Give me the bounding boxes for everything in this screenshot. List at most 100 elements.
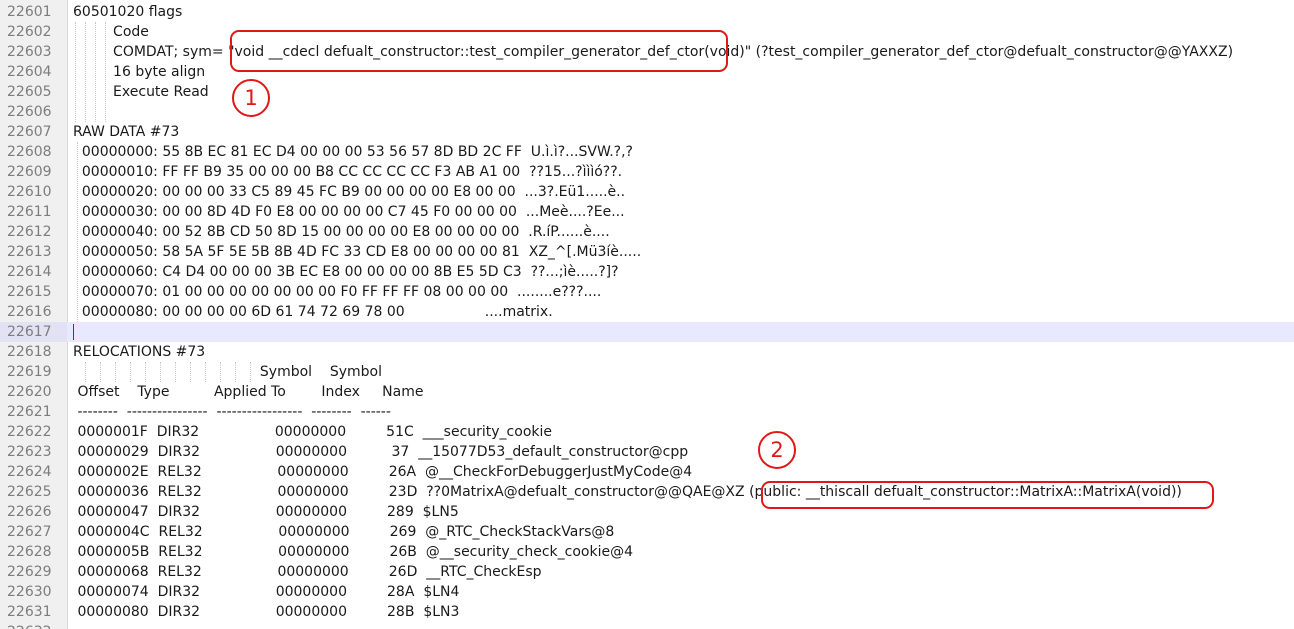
- line-text: -------- ---------------- --------------…: [73, 404, 391, 420]
- editor-line[interactable]: 22621 -------- ---------------- --------…: [0, 402, 1294, 422]
- line-text: Execute Read: [73, 84, 209, 100]
- editor-line[interactable]: 22624 0000002E REL32 00000000 26A @__Che…: [0, 462, 1294, 482]
- line-number: 22624: [7, 464, 52, 480]
- editor-line[interactable]: 22614 00000060: C4 D4 00 00 00 3B EC E8 …: [0, 262, 1294, 282]
- line-number: 22626: [7, 504, 52, 520]
- indent-guide: [235, 362, 236, 382]
- text-editor[interactable]: 22601 60501020 flags 22602 Code 22603 CO…: [0, 0, 1294, 629]
- editor-line[interactable]: 22602 Code: [0, 22, 1294, 42]
- line-text: 00000070: 01 00 00 00 00 00 00 00 F0 FF …: [73, 284, 602, 300]
- line-number: 22614: [7, 264, 52, 280]
- editor-line[interactable]: 22618 RELOCATIONS #73: [0, 342, 1294, 362]
- line-text: 00000080 DIR32 00000000 28B $LN3: [73, 604, 460, 620]
- line-number: 22606: [7, 104, 52, 120]
- line-number: 22618: [7, 344, 52, 360]
- editor-line[interactable]: 22613 00000050: 58 5A 5F 5E 5B 8B 4D FC …: [0, 242, 1294, 262]
- line-text: 00000036 REL32 00000000 23D ??0MatrixA@d…: [73, 484, 1182, 500]
- line-number: 22613: [7, 244, 52, 260]
- indent-guide: [175, 362, 176, 382]
- editor-line[interactable]: 22627 0000004C REL32 00000000 269 @_RTC_…: [0, 522, 1294, 542]
- editor-line[interactable]: 22626 00000047 DIR32 00000000 289 $LN5: [0, 502, 1294, 522]
- line-number: 22612: [7, 224, 52, 240]
- line-text: 00000080: 00 00 00 00 6D 61 74 72 69 78 …: [73, 304, 553, 320]
- line-text: Offset Type Applied To Index Name: [73, 384, 424, 400]
- line-text: 16 byte align: [73, 64, 206, 80]
- indent-guide: [105, 22, 106, 122]
- line-text: 00000000: 55 8B EC 81 EC D4 00 00 00 53 …: [73, 144, 633, 160]
- line-number: 22632: [0, 622, 67, 629]
- line-text: 00000060: C4 D4 00 00 00 3B EC E8 00 00 …: [73, 264, 619, 280]
- editor-line[interactable]: 22606: [0, 102, 1294, 122]
- editor-line[interactable]: 22632: [0, 622, 1294, 629]
- indent-guide: [100, 362, 101, 382]
- line-number: 22603: [7, 44, 52, 60]
- editor-line[interactable]: 22604 16 byte align: [0, 62, 1294, 82]
- line-number: 22605: [7, 84, 52, 100]
- editor-line[interactable]: 22631 00000080 DIR32 00000000 28B $LN3: [0, 602, 1294, 622]
- line-number: 22615: [7, 284, 52, 300]
- editor-line[interactable]: 22628 0000005B REL32 00000000 26B @__sec…: [0, 542, 1294, 562]
- editor-line[interactable]: 22623 00000029 DIR32 00000000 37 __15077…: [0, 442, 1294, 462]
- line-text: Symbol Symbol: [73, 364, 383, 380]
- editor-line[interactable]: 22608 00000000: 55 8B EC 81 EC D4 00 00 …: [0, 142, 1294, 162]
- text-caret: [73, 324, 74, 340]
- line-text: 00000029 DIR32 00000000 37 __15077D53_de…: [73, 444, 689, 460]
- editor-line[interactable]: 22609 00000010: FF FF B9 35 00 00 00 B8 …: [0, 162, 1294, 182]
- editor-line[interactable]: 22607 RAW DATA #73: [0, 122, 1294, 142]
- line-text: 0000002E REL32 00000000 26A @__CheckForD…: [73, 464, 693, 480]
- line-number: 22616: [7, 304, 52, 320]
- editor-line[interactable]: 22603 COMDAT; sym= "void __cdecl defualt…: [0, 42, 1294, 62]
- editor-line[interactable]: 22610 00000020: 00 00 00 33 C5 89 45 FC …: [0, 182, 1294, 202]
- line-text: 00000020: 00 00 00 33 C5 89 45 FC B9 00 …: [73, 184, 626, 200]
- editor-line[interactable]: 22601 60501020 flags: [0, 2, 1294, 22]
- indent-guide: [145, 362, 146, 382]
- indent-guide: [95, 22, 96, 122]
- annotation-marker-1: 1: [232, 79, 270, 117]
- indent-guide: [250, 362, 251, 382]
- line-number: 22611: [7, 204, 52, 220]
- line-number: 22631: [7, 604, 52, 620]
- line-number: 22607: [7, 124, 52, 140]
- line-text: 00000050: 58 5A 5F 5E 5B 8B 4D FC 33 CD …: [73, 244, 642, 260]
- line-text: 00000068 REL32 00000000 26D __RTC_CheckE…: [73, 564, 542, 580]
- line-text: 60501020 flags: [73, 4, 183, 20]
- line-text: COMDAT; sym= "void __cdecl defualt_const…: [73, 44, 1234, 60]
- line-text: 00000074 DIR32 00000000 28A $LN4: [73, 584, 460, 600]
- editor-line[interactable]: 22612 00000040: 00 52 8B CD 50 8D 15 00 …: [0, 222, 1294, 242]
- line-number: 22609: [7, 164, 52, 180]
- editor-line[interactable]: 22615 00000070: 01 00 00 00 00 00 00 00 …: [0, 282, 1294, 302]
- indent-guide: [85, 362, 86, 382]
- line-number: 22617: [0, 322, 67, 342]
- indent-guide: [190, 362, 191, 382]
- editor-line[interactable]: 22625 00000036 REL32 00000000 23D ??0Mat…: [0, 482, 1294, 502]
- editor-line[interactable]: 22616 00000080: 00 00 00 00 6D 61 74 72 …: [0, 302, 1294, 322]
- line-text: 00000047 DIR32 00000000 289 $LN5: [73, 504, 459, 520]
- line-number: 22623: [7, 444, 52, 460]
- editor-line[interactable]: 22629 00000068 REL32 00000000 26D __RTC_…: [0, 562, 1294, 582]
- line-number: 22625: [7, 484, 52, 500]
- line-text: 00000010: FF FF B9 35 00 00 00 B8 CC CC …: [73, 164, 623, 180]
- editor-line[interactable]: 22611 00000030: 00 00 8D 4D F0 E8 00 00 …: [0, 202, 1294, 222]
- editor-line[interactable]: 22619 Symbol Symbol: [0, 362, 1294, 382]
- line-number: 22608: [7, 144, 52, 160]
- editor-line[interactable]: 22630 00000074 DIR32 00000000 28A $LN4: [0, 582, 1294, 602]
- line-text: 0000004C REL32 00000000 269 @_RTC_CheckS…: [73, 524, 615, 540]
- line-text: RAW DATA #73: [73, 124, 180, 140]
- indent-guide: [130, 362, 131, 382]
- editor-line[interactable]: 22605 Execute Read: [0, 82, 1294, 102]
- current-editor-line[interactable]: 22617: [0, 322, 1294, 342]
- indent-guide: [77, 142, 78, 322]
- line-number: 22601: [7, 4, 52, 20]
- indent-guide: [75, 22, 76, 122]
- line-text: RELOCATIONS #73: [73, 344, 206, 360]
- line-number: 22610: [7, 184, 52, 200]
- line-number: 22628: [7, 544, 52, 560]
- indent-guide: [205, 362, 206, 382]
- line-text: 00000040: 00 52 8B CD 50 8D 15 00 00 00 …: [73, 224, 610, 240]
- line-text: 0000005B REL32 00000000 26B @__security_…: [73, 544, 634, 560]
- editor-line[interactable]: 22620 Offset Type Applied To Index Name: [0, 382, 1294, 402]
- editor-line[interactable]: 22622 0000001F DIR32 00000000 51C ___sec…: [0, 422, 1294, 442]
- line-number: 22604: [7, 64, 52, 80]
- line-number: 22602: [7, 24, 52, 40]
- line-number: 22620: [7, 384, 52, 400]
